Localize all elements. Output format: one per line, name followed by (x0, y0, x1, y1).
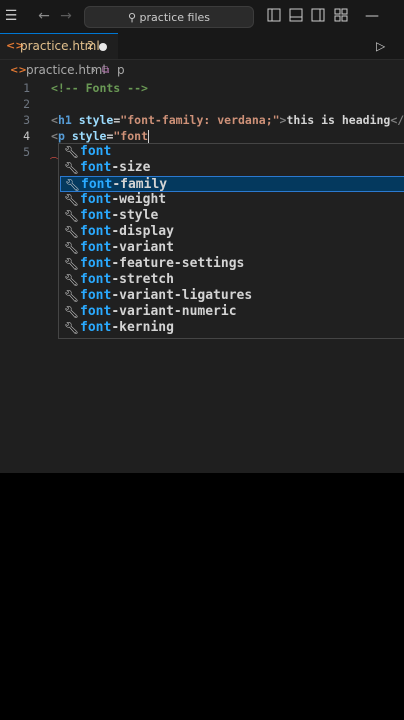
suggestion-rest: -variant (111, 240, 174, 255)
wrench-icon: 🔧︎ (64, 321, 80, 335)
command-center-search[interactable]: ⚲ practice files (84, 6, 254, 28)
breadcrumb-element[interactable]: p (117, 63, 125, 77)
wrench-icon: 🔧︎ (64, 241, 80, 255)
suggestion-item[interactable]: 🔧︎ font-weight (60, 192, 404, 208)
suggestion-match: font (80, 320, 112, 335)
code-line-3[interactable]: <h1 style="font-family: verdana;">this i… (51, 113, 404, 127)
minimize-icon[interactable]: — (364, 8, 380, 24)
suggestion-item[interactable]: 🔧︎ font-variant (60, 240, 404, 256)
suggestion-rest: -family (112, 177, 168, 192)
line-number: 3 (23, 113, 30, 127)
wrench-icon: 🔧︎ (65, 178, 81, 192)
suggestion-item[interactable]: 🔧︎ font-stretch (60, 272, 404, 288)
suggestion-rest: -size (111, 160, 151, 175)
element-icon: ⧉ (102, 65, 110, 76)
tab-bar: <> practice.html 2 (0, 33, 404, 60)
error-squiggle: ⌒ (50, 157, 58, 166)
html-file-icon: <> (10, 65, 27, 76)
suggestion-rest: -stretch (111, 272, 174, 287)
suggestion-match: font (80, 240, 112, 255)
autocomplete-suggestion-list[interactable]: 🔧︎ font 🔧︎ font-size 🔧︎ font-family 🔧︎ font-… (58, 143, 404, 339)
customize-layout-icon[interactable] (333, 8, 349, 24)
token: </ (390, 113, 404, 127)
suggestion-item[interactable]: 🔧︎ font-variant-numeric (60, 304, 404, 320)
menu-icon[interactable]: ☰ (3, 8, 19, 24)
token: h1 (57, 113, 72, 127)
suggestion-rest: -variant-ligatures (111, 288, 253, 303)
token: style (78, 113, 114, 127)
editor-window: ☰ ← → ⚲ practice files — <> practice.htm… (0, 0, 404, 473)
unsaved-dot-icon[interactable] (99, 43, 107, 51)
suggestion-match: font (80, 288, 112, 303)
toggle-secondary-sidebar-icon[interactable] (310, 8, 326, 24)
tab-practice-html[interactable]: <> practice.html 2 (0, 33, 118, 59)
suggestion-item[interactable]: 🔧︎ font-variant-ligatures (60, 288, 404, 304)
code-line-4[interactable]: <p style="font (51, 129, 149, 143)
suggestion-match: font (80, 208, 112, 223)
suggestion-match: font (80, 304, 112, 319)
token: "font (113, 129, 148, 143)
text-cursor (148, 130, 149, 143)
token: < (51, 129, 58, 143)
breadcrumb: <> practice.html › ⧉ p (0, 60, 404, 80)
toggle-primary-sidebar-icon[interactable] (266, 8, 282, 24)
suggestion-item[interactable]: 🔧︎ font-size (60, 160, 404, 176)
suggestion-item[interactable]: 🔧︎ font-display (60, 224, 404, 240)
search-placeholder: practice files (139, 11, 211, 24)
token: this is heading (286, 113, 391, 127)
token: p (57, 129, 65, 143)
suggestion-match: font (81, 177, 113, 192)
wrench-icon: 🔧︎ (64, 209, 80, 223)
token: < (51, 113, 58, 127)
line-number: 1 (23, 81, 30, 95)
suggestion-match: font (80, 224, 112, 239)
suggestion-match: font (80, 192, 112, 207)
run-play-icon[interactable]: ▷ (376, 39, 385, 53)
back-arrow-icon[interactable]: ← (36, 8, 52, 24)
suggestion-rest: -variant-numeric (111, 304, 237, 319)
suggestion-rest: -display (111, 224, 174, 239)
wrench-icon: 🔧︎ (64, 273, 80, 287)
code-line-1[interactable]: <!-- Fonts --> (51, 81, 148, 95)
suggestion-rest: -kerning (111, 320, 174, 335)
forward-arrow-icon[interactable]: → (58, 8, 74, 24)
tab-problem-count: 2 (87, 39, 94, 52)
wrench-icon: 🔧︎ (64, 161, 80, 175)
suggestion-item[interactable]: 🔧︎ font (60, 144, 404, 160)
token: "font-family: verdana;" (120, 113, 280, 127)
line-number: 4 (23, 129, 30, 143)
search-icon: ⚲ (127, 11, 137, 24)
suggestion-item[interactable]: 🔧︎ font-feature-settings (60, 256, 404, 272)
token: style (71, 129, 107, 143)
wrench-icon: 🔧︎ (64, 289, 80, 303)
suggestion-item-selected[interactable]: 🔧︎ font-family (60, 176, 404, 192)
suggestion-rest: -style (111, 208, 159, 223)
wrench-icon: 🔧︎ (64, 305, 80, 319)
suggestion-item[interactable]: 🔧︎ font-kerning (60, 320, 404, 336)
wrench-icon: 🔧︎ (64, 193, 80, 207)
suggestion-item[interactable]: 🔧︎ font-style (60, 208, 404, 224)
chevron-right-icon: › (91, 63, 96, 77)
suggestion-match: font (80, 160, 112, 175)
wrench-icon: 🔧︎ (64, 145, 80, 159)
wrench-icon: 🔧︎ (64, 225, 80, 239)
wrench-icon: 🔧︎ (64, 257, 80, 271)
suggestion-rest: -weight (111, 192, 167, 207)
suggestion-match: font (80, 256, 112, 271)
title-bar: ☰ ← → ⚲ practice files — (0, 0, 404, 33)
toggle-panel-icon[interactable] (288, 8, 304, 24)
suggestion-match: font (80, 144, 112, 159)
suggestion-rest: -feature-settings (111, 256, 245, 271)
line-number: 2 (23, 97, 30, 111)
line-number: 5 (23, 145, 30, 159)
suggestion-match: font (80, 272, 112, 287)
